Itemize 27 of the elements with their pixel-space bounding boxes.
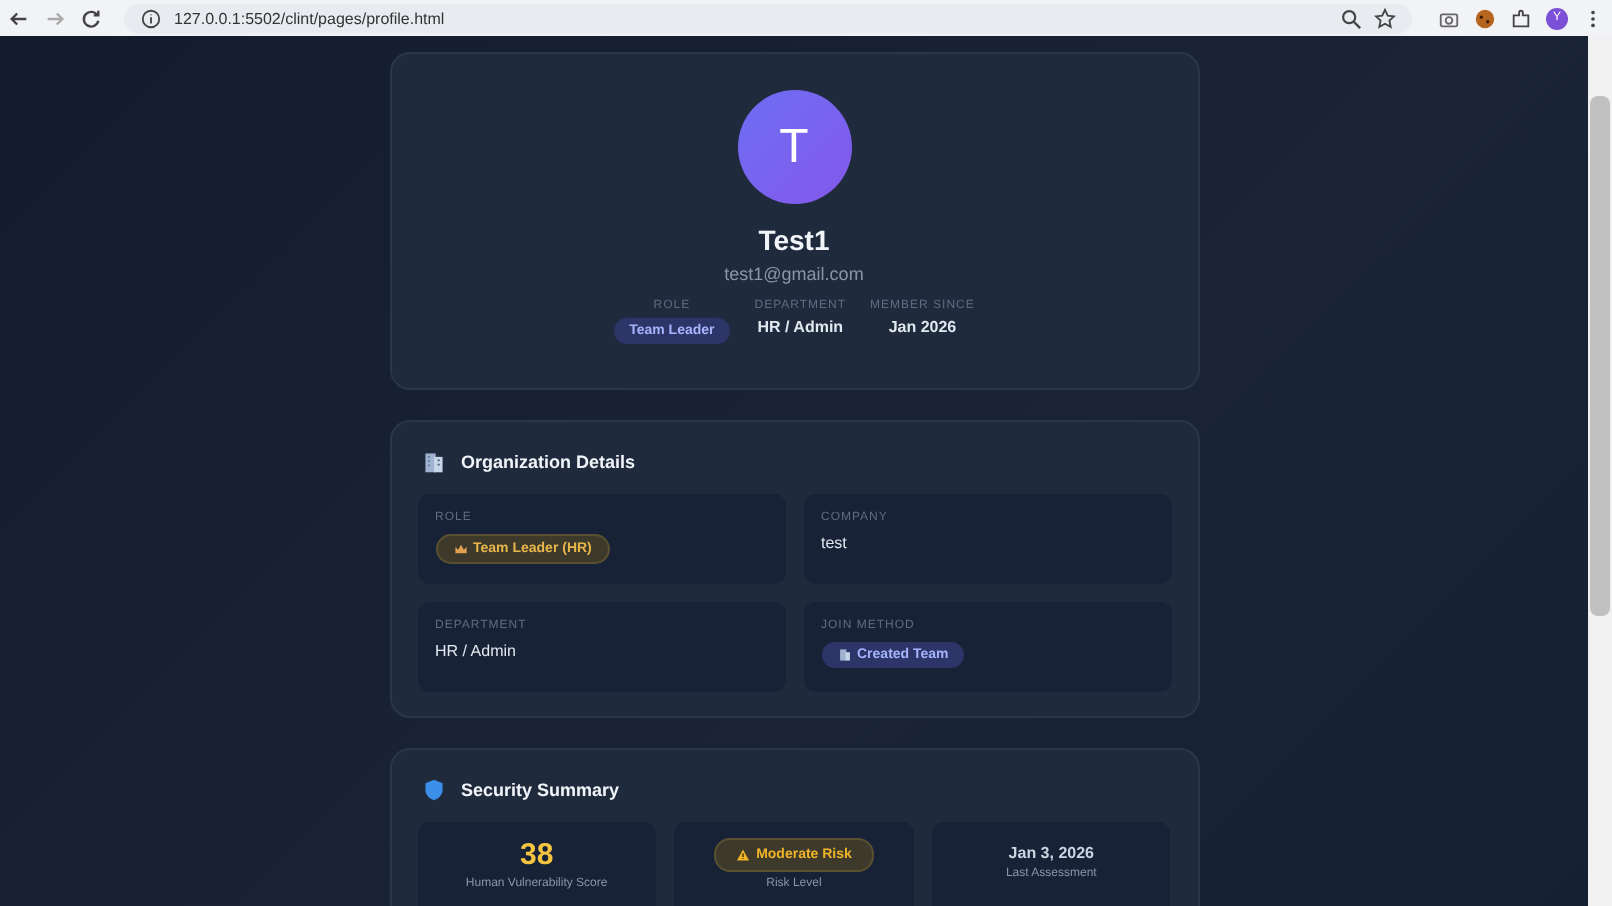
field-value: HR / Admin [435, 642, 516, 660]
url-text: 127.0.0.1:5502/clint/pages/profile.html [174, 9, 445, 27]
field-value: test [821, 534, 847, 552]
meta-value: Jan 2026 [888, 318, 957, 336]
warning-icon [736, 848, 751, 862]
meta-value: HR / Admin [757, 318, 844, 336]
extensions-icon[interactable] [1510, 7, 1532, 29]
crown-icon [453, 542, 467, 556]
info-icon[interactable] [140, 7, 162, 29]
address-bar[interactable]: 127.0.0.1:5502/clint/pages/profile.html [124, 3, 1412, 33]
scrollbar-thumb[interactable] [1590, 96, 1610, 616]
building-icon [421, 450, 445, 474]
back-icon[interactable] [8, 7, 30, 29]
scrollbar[interactable] [1588, 36, 1612, 906]
date-value: Jan 3, 2026 [1008, 844, 1094, 862]
star-icon[interactable] [1374, 7, 1396, 29]
user-name: Test1 [758, 224, 830, 256]
section-title: Security Summary [461, 780, 620, 800]
section-title: Organization Details [461, 452, 636, 472]
score-value: 38 [519, 838, 554, 872]
reload-icon[interactable] [80, 7, 102, 29]
shield-icon [421, 778, 445, 802]
cookie-icon[interactable] [1474, 7, 1496, 29]
zoom-icon[interactable] [1340, 7, 1362, 29]
user-email: test1@gmail.com [724, 264, 864, 284]
building-icon [837, 648, 851, 662]
avatar: T [737, 90, 851, 204]
